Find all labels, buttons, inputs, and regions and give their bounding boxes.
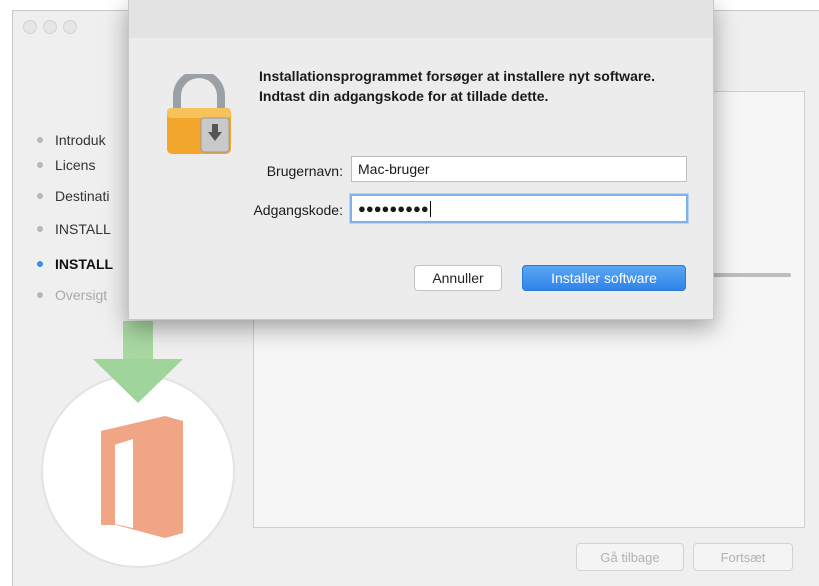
step-label: INSTALL	[55, 256, 114, 272]
lock-icon	[167, 74, 231, 154]
step-summary: Oversigt	[37, 284, 107, 306]
password-label: Adgangskode:	[253, 202, 343, 218]
minimize-window-button[interactable]	[43, 20, 57, 34]
continue-button[interactable]: Fortsæt	[693, 543, 793, 571]
step-label: Oversigt	[55, 287, 108, 303]
step-destination: Destinati	[37, 185, 109, 207]
cancel-button[interactable]: Annuller	[414, 265, 502, 291]
dialog-top-bar	[129, 0, 713, 38]
step-bullet	[37, 292, 43, 298]
authentication-dialog: Installationsprogrammet forsøger at inst…	[128, 0, 714, 320]
step-label: INSTALL	[55, 221, 111, 237]
step-bullet	[37, 137, 43, 143]
username-field[interactable]: Mac-bruger	[351, 156, 687, 182]
text-caret	[429, 201, 431, 218]
zoom-window-button[interactable]	[63, 20, 77, 34]
step-label: Licens	[55, 157, 96, 173]
step-bullet	[37, 193, 43, 199]
username-label: Brugernavn:	[266, 163, 343, 179]
step-introduction: Introduk	[37, 129, 106, 151]
close-window-button[interactable]	[23, 20, 37, 34]
password-masked-value: ●●●●●●●●●	[358, 201, 429, 216]
office-logo-icon	[101, 416, 183, 538]
office-installer-artwork	[41, 321, 235, 568]
step-install-type: INSTALL	[37, 218, 111, 240]
step-bullet	[37, 162, 43, 168]
go-back-button[interactable]: Gå tilbage	[576, 543, 684, 571]
step-bullet	[37, 226, 43, 232]
step-bullet	[37, 261, 43, 267]
step-license: Licens	[37, 154, 95, 176]
step-label: Introduk	[55, 132, 106, 148]
step-label: Destinati	[55, 188, 110, 204]
step-installation: INSTALL	[37, 253, 113, 275]
install-software-button[interactable]: Installer software	[522, 265, 686, 291]
password-field[interactable]: ●●●●●●●●●	[350, 194, 688, 223]
dialog-message: Installationsprogrammet forsøger at inst…	[259, 68, 655, 104]
